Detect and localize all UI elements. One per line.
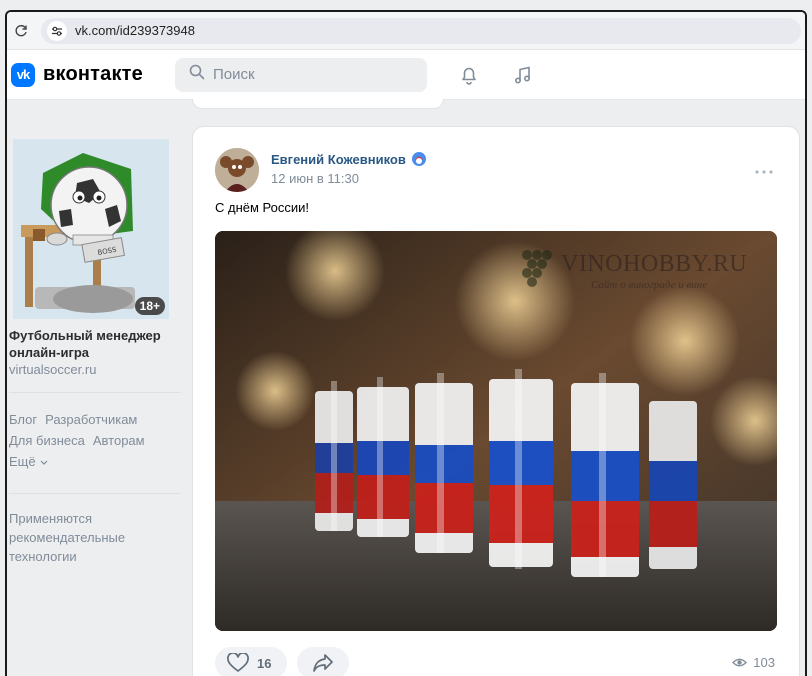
search-icon — [189, 64, 205, 85]
search-box[interactable] — [174, 57, 427, 92]
ad-domain[interactable]: virtualsoccer.ru — [9, 362, 96, 377]
avatar[interactable] — [215, 148, 259, 192]
page-content: BOSS 18+ Футбольный менеджер онлайн-игра… — [7, 99, 805, 676]
vk-header: vk вконтакте — [7, 50, 805, 100]
post-card: Евгений Кожевников 12 июн в 11:30 С днём… — [192, 126, 800, 676]
vk-logo[interactable]: vk вконтакте — [11, 62, 143, 87]
footer-links: Блог РазработчикамДля бизнеса Авторам Ещё — [9, 409, 185, 472]
badge-icon — [411, 151, 427, 167]
footer-link-blog[interactable]: Блог — [9, 409, 37, 430]
post-photo[interactable]: VINOHOBBY.RU Сайт о винограде и вине — [215, 231, 777, 631]
reload-icon[interactable] — [13, 23, 29, 39]
ad-image[interactable]: BOSS 18+ — [13, 139, 169, 319]
view-counter: 103 — [732, 655, 775, 670]
chevron-down-icon — [40, 460, 48, 465]
like-count: 16 — [257, 655, 272, 671]
share-button[interactable] — [297, 647, 349, 676]
sidebar-divider — [9, 493, 181, 494]
eye-icon — [732, 658, 748, 667]
view-count: 103 — [753, 655, 775, 670]
footer-link-business[interactable]: Для бизнеса — [9, 430, 85, 451]
post-actions: 16 103 — [215, 647, 777, 676]
bell-icon[interactable] — [457, 63, 481, 87]
search-input[interactable] — [212, 66, 413, 83]
author-name-text: Евгений Кожевников — [271, 151, 406, 167]
share-icon — [313, 654, 333, 672]
recommendation-note[interactable]: Применяются рекомендательные технологии — [9, 509, 179, 566]
url-field[interactable]: vk.com/id239373948 — [41, 17, 801, 44]
age-rating-badge: 18+ — [134, 297, 165, 315]
author-name[interactable]: Евгений Кожевников — [271, 151, 427, 167]
photo-watermark: VINOHOBBY.RU Сайт о винограде и вине — [511, 243, 773, 295]
sidebar-divider — [9, 392, 181, 393]
watermark-title: VINOHOBBY.RU — [561, 251, 748, 277]
vk-logo-text: вконтакте — [43, 63, 143, 85]
site-settings-icon[interactable] — [47, 20, 67, 41]
watermark-subtitle: Сайт о винограде и вине — [591, 279, 708, 291]
more-horizontal-icon[interactable] — [755, 161, 773, 177]
url-text: vk.com/id239373948 — [75, 23, 195, 38]
footer-more-label: Ещё — [9, 454, 36, 469]
vk-logo-mark: vk — [11, 62, 35, 87]
footer-link-developers[interactable]: Разработчикам — [45, 409, 137, 430]
browser-window: vk.com/id239373948 vk вконтакте Поиск BO… — [5, 10, 807, 676]
previous-card-edge — [192, 99, 444, 109]
like-button[interactable]: 16 — [215, 647, 287, 676]
footer-link-authors[interactable]: Авторам — [93, 430, 145, 451]
music-note-icon[interactable] — [511, 63, 535, 87]
post-date[interactable]: 12 июн в 11:30 — [271, 171, 359, 186]
footer-more-link[interactable]: Ещё — [9, 451, 48, 472]
heart-icon — [227, 653, 249, 672]
address-bar: vk.com/id239373948 — [7, 12, 805, 50]
ad-title[interactable]: Футбольный менеджер онлайн-игра — [9, 327, 183, 361]
post-text: С днём России! — [215, 200, 310, 215]
